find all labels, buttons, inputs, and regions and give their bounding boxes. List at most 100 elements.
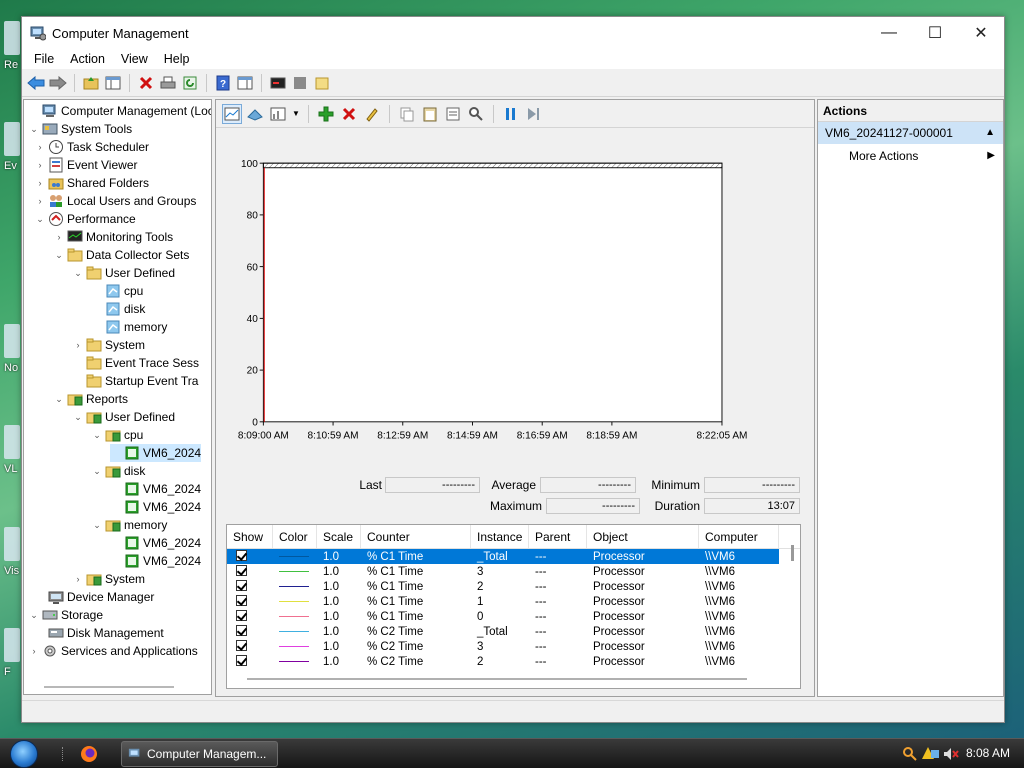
- title-bar[interactable]: Computer Management — ☐ ✕: [22, 17, 1004, 49]
- paste-counter-list-icon[interactable]: [420, 104, 440, 124]
- show-checkbox[interactable]: [236, 594, 247, 606]
- tree-item[interactable]: Startup Event Tra: [72, 372, 198, 390]
- properties-icon[interactable]: [443, 104, 463, 124]
- table-row[interactable]: 1.0 % C1 Time 1 --- Processor \\VM6: [227, 594, 779, 609]
- tree-item[interactable]: Device Manager: [34, 588, 154, 606]
- desktop-shortcut-label[interactable]: Ev: [4, 160, 17, 172]
- show-checkbox[interactable]: [236, 654, 247, 666]
- column-header-counter[interactable]: Counter: [361, 525, 471, 548]
- chevron-down-icon[interactable]: ⌄: [28, 610, 40, 621]
- chevron-down-icon[interactable]: ⌄: [91, 430, 103, 441]
- chevron-right-icon[interactable]: ›: [34, 178, 46, 188]
- add-counter-icon[interactable]: [316, 104, 336, 124]
- desktop-shortcut-label[interactable]: Re: [4, 59, 18, 71]
- minimize-button[interactable]: —: [866, 17, 912, 49]
- horizontal-scrollbar[interactable]: [44, 686, 174, 688]
- tree-item[interactable]: ⌄ Data Collector Sets: [53, 246, 189, 264]
- search-icon[interactable]: [902, 746, 918, 762]
- tree-item[interactable]: Computer Management (Local: [28, 102, 211, 120]
- chevron-right-icon[interactable]: ›: [34, 160, 46, 170]
- table-row[interactable]: 1.0 % C1 Time 0 --- Processor \\VM6: [227, 609, 779, 624]
- tree-item[interactable]: › Local Users and Groups: [34, 192, 197, 210]
- show-checkbox[interactable]: [236, 639, 247, 651]
- tree-item[interactable]: Event Trace Sess: [72, 354, 199, 372]
- chevron-right-icon[interactable]: ›: [53, 232, 65, 242]
- table-row[interactable]: 1.0 % C2 Time 2 --- Processor \\VM6: [227, 654, 779, 669]
- delete-counter-icon[interactable]: [339, 104, 359, 124]
- taskbar-computer-management[interactable]: Computer Managem...: [121, 741, 278, 767]
- tree-item[interactable]: › System: [72, 336, 146, 354]
- tree-item[interactable]: ⌄ Performance: [34, 210, 136, 228]
- desktop-shortcut-label[interactable]: VL: [4, 463, 17, 475]
- column-header-parent[interactable]: Parent: [529, 525, 587, 548]
- tree-item[interactable]: › Services and Applications: [28, 642, 198, 660]
- tree-item[interactable]: ⌄ User Defined: [72, 264, 175, 282]
- table-row[interactable]: 1.0 % C2 Time 3 --- Processor \\VM6: [227, 639, 779, 654]
- desktop-shortcut-icon[interactable]: [4, 122, 20, 156]
- tree-item[interactable]: Disk Management: [34, 624, 164, 642]
- tree-item[interactable]: › Event Viewer: [34, 156, 137, 174]
- tree-item[interactable]: ⌄ System Tools: [28, 120, 132, 138]
- column-header-scale[interactable]: Scale: [317, 525, 361, 548]
- menu-view[interactable]: View: [113, 52, 156, 66]
- tree-item[interactable]: ⌄ cpu: [91, 426, 143, 444]
- table-row[interactable]: 1.0 % C1 Time _Total --- Processor \\VM6: [227, 549, 779, 564]
- update-data-icon[interactable]: [524, 104, 544, 124]
- stop-icon[interactable]: [290, 73, 310, 93]
- menu-help[interactable]: Help: [156, 52, 198, 66]
- collapse-up-icon[interactable]: ▲: [985, 122, 995, 144]
- zoom-icon[interactable]: [466, 104, 486, 124]
- show-desktop-icon[interactable]: [62, 747, 70, 761]
- desktop-shortcut-icon[interactable]: [4, 21, 20, 55]
- column-header-color[interactable]: Color: [273, 525, 317, 548]
- up-folder-icon[interactable]: [81, 73, 101, 93]
- forward-icon[interactable]: [48, 73, 68, 93]
- table-row[interactable]: 1.0 % C1 Time 3 --- Processor \\VM6: [227, 564, 779, 579]
- chevron-down-icon[interactable]: ⌄: [34, 214, 46, 225]
- chevron-down-icon[interactable]: ⌄: [91, 466, 103, 477]
- chevron-down-icon[interactable]: ⌄: [53, 250, 65, 261]
- console-icon[interactable]: [268, 73, 288, 93]
- desktop-shortcut-label[interactable]: F: [4, 666, 11, 678]
- chevron-right-icon[interactable]: ›: [34, 196, 46, 206]
- show-hide-tree-icon[interactable]: [103, 73, 123, 93]
- change-graph-type-icon[interactable]: [268, 104, 288, 124]
- chevron-down-icon[interactable]: ⌄: [72, 412, 84, 423]
- tree-item[interactable]: VM6_2024: [110, 444, 202, 462]
- table-row[interactable]: 1.0 % C2 Time _Total --- Processor \\VM6: [227, 624, 779, 639]
- show-checkbox[interactable]: [236, 549, 247, 561]
- desktop-shortcut-icon[interactable]: [4, 628, 20, 662]
- chevron-right-icon[interactable]: ›: [28, 646, 40, 656]
- desktop-shortcut-label[interactable]: Vis: [4, 565, 19, 577]
- more-actions-item[interactable]: More Actions ▶: [818, 144, 1003, 168]
- tree-item[interactable]: › Shared Folders: [34, 174, 150, 192]
- desktop-shortcut-label[interactable]: No: [4, 362, 18, 374]
- chevron-down-icon[interactable]: ▼: [291, 104, 301, 124]
- horizontal-scrollbar[interactable]: [247, 678, 747, 680]
- column-header-object[interactable]: Object: [587, 525, 699, 548]
- show-checkbox[interactable]: [236, 624, 247, 636]
- desktop-shortcut-icon[interactable]: [4, 324, 20, 358]
- tree-item[interactable]: ⌄ Reports: [53, 390, 128, 408]
- chevron-down-icon[interactable]: ⌄: [72, 268, 84, 279]
- chevron-right-icon[interactable]: ›: [34, 142, 46, 152]
- tree-item[interactable]: cpu: [91, 282, 143, 300]
- help-icon[interactable]: ?: [213, 73, 233, 93]
- tree-item[interactable]: › System: [72, 570, 146, 588]
- tree-item[interactable]: › Task Scheduler: [34, 138, 149, 156]
- tree-item[interactable]: › Monitoring Tools: [53, 228, 174, 246]
- refresh-icon[interactable]: [180, 73, 200, 93]
- close-button[interactable]: ✕: [958, 17, 1004, 49]
- chevron-down-icon[interactable]: ⌄: [28, 124, 40, 135]
- tree-item[interactable]: disk: [91, 300, 145, 318]
- chevron-down-icon[interactable]: ⌄: [53, 394, 65, 405]
- desktop-shortcut-icon[interactable]: [4, 527, 20, 561]
- column-header-computer[interactable]: Computer: [699, 525, 779, 548]
- view-current-activity-icon[interactable]: [245, 104, 265, 124]
- properties-pane-icon[interactable]: [235, 73, 255, 93]
- highlight-icon[interactable]: [362, 104, 382, 124]
- network-icon[interactable]: [930, 749, 940, 759]
- chevron-right-icon[interactable]: ›: [72, 574, 84, 584]
- tree-item[interactable]: ⌄ disk: [91, 462, 145, 480]
- tree-item[interactable]: ⌄ User Defined: [72, 408, 175, 426]
